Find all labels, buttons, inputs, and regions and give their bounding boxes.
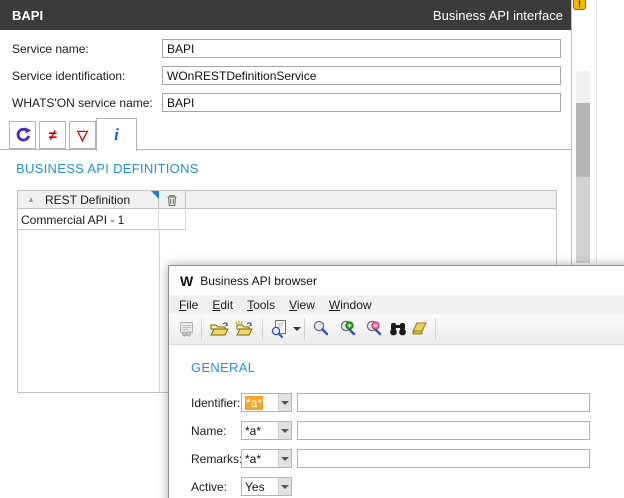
zoom-out-button[interactable]	[364, 319, 384, 339]
menubar: File Edit Tools View Window	[169, 295, 624, 314]
identifier-label: Identifier:	[191, 396, 240, 410]
form-search-button[interactable]	[269, 319, 289, 339]
menu-file[interactable]: File	[173, 297, 204, 313]
open-new-button[interactable]	[234, 319, 254, 339]
toolbar-separator	[201, 318, 202, 340]
open-folder-new-icon	[234, 320, 254, 338]
zoom-out-icon	[364, 319, 384, 339]
eraser-icon	[411, 320, 431, 338]
tab-validation[interactable]: ▽	[69, 121, 96, 149]
dropdown-arrow-icon[interactable]	[278, 422, 291, 439]
browser-titlebar[interactable]: W Business API browser	[169, 266, 624, 295]
whatson-service-name-input[interactable]	[162, 93, 561, 112]
grid-column-delete[interactable]	[159, 191, 186, 209]
refresh-icon	[14, 126, 32, 144]
whatson-service-name-label: WHATS'ON service name:	[12, 96, 153, 110]
sort-ascending-icon: ▲	[27, 195, 35, 204]
report-disabled-button[interactable]	[177, 319, 197, 339]
grid-header-row: ▲ REST Definition	[18, 191, 556, 209]
triangle-down-icon: ▽	[77, 127, 88, 144]
business-api-definitions-heading: BUSINESS API DEFINITIONS	[16, 161, 199, 176]
background-scrollbar-thumb[interactable]	[576, 103, 590, 177]
trash-icon	[166, 194, 178, 207]
active-combo[interactable]: Yes	[241, 477, 292, 496]
identifier-input[interactable]	[297, 393, 590, 412]
tab-refresh[interactable]	[9, 121, 36, 149]
binoculars-icon	[388, 320, 408, 338]
dropdown-arrow-icon[interactable]	[278, 450, 291, 467]
identifier-filter-value[interactable]: *a*	[242, 394, 278, 411]
background-scrollbar-lower[interactable]	[576, 177, 590, 263]
menu-view[interactable]: View	[283, 297, 321, 313]
business-api-browser-window: W Business API browser File Edit Tools V…	[168, 265, 624, 498]
whatson-logo-icon: W	[180, 273, 192, 289]
toolbar-separator	[304, 318, 305, 340]
dropdown-arrow-icon[interactable]	[278, 478, 291, 495]
filter-corner-icon	[151, 191, 159, 199]
menu-window[interactable]: Window	[323, 297, 378, 313]
remarks-label: Remarks:	[191, 452, 242, 466]
tab-not-equal[interactable]: ≠	[39, 121, 66, 149]
grid-column-separator	[159, 230, 160, 392]
name-filter-value[interactable]: *a*	[242, 422, 278, 439]
dropdown-arrow-icon[interactable]	[278, 394, 291, 411]
remarks-filter-value[interactable]: *a*	[242, 450, 278, 467]
info-icon: i	[114, 125, 119, 145]
bapi-titlebar[interactable]: BAPI Business API interface	[0, 0, 571, 30]
service-identification-input[interactable]	[162, 66, 561, 85]
tabstrip-divider	[0, 149, 572, 150]
name-filter-combo[interactable]: *a*	[241, 421, 292, 440]
not-equal-icon: ≠	[48, 127, 56, 144]
zoom-in-button[interactable]	[338, 319, 358, 339]
name-input[interactable]	[297, 421, 590, 440]
tab-info-selected[interactable]: i	[96, 118, 137, 151]
service-identification-label: Service identification:	[12, 69, 125, 83]
form-search-icon	[269, 319, 289, 339]
active-label: Active:	[191, 480, 227, 494]
zoom-icon	[311, 319, 331, 339]
find-button[interactable]	[388, 319, 408, 339]
background-window-edge	[596, 0, 597, 263]
grid-row[interactable]: Commercial API - 1	[18, 210, 186, 230]
service-name-label: Service name:	[12, 42, 89, 56]
window-subtitle: Business API interface	[433, 8, 563, 23]
toolbar	[169, 314, 624, 345]
window-title: BAPI	[12, 8, 433, 23]
browser-window-title: Business API browser	[200, 274, 317, 288]
screen: { "bapi_window": { "title": "BAPI", "sub…	[0, 0, 624, 498]
open-folder-icon	[210, 320, 230, 338]
grid-column-rest-definition[interactable]: ▲ REST Definition	[18, 191, 159, 209]
report-disabled-icon	[178, 320, 196, 338]
toolbar-separator	[262, 318, 263, 340]
grid-cell-delete[interactable]	[159, 210, 186, 230]
form-search-dropdown-icon[interactable]	[293, 327, 301, 331]
menu-edit[interactable]: Edit	[206, 297, 239, 313]
active-value[interactable]: Yes	[242, 478, 278, 495]
general-heading: GENERAL	[191, 360, 255, 375]
menu-tools[interactable]: Tools	[241, 297, 281, 313]
name-label: Name:	[191, 424, 226, 438]
grid-cell-rest-definition[interactable]: Commercial API - 1	[18, 210, 159, 230]
toolbar-separator	[435, 318, 436, 340]
open-button[interactable]	[210, 319, 230, 339]
warning-icon: !	[573, 0, 586, 10]
service-name-input[interactable]	[162, 39, 561, 58]
identifier-filter-combo[interactable]: *a*	[241, 393, 292, 412]
grid-column-label: REST Definition	[45, 193, 130, 207]
remarks-filter-combo[interactable]: *a*	[241, 449, 292, 468]
zoom-in-icon	[338, 319, 358, 339]
zoom-button[interactable]	[311, 319, 331, 339]
remarks-input[interactable]	[297, 449, 590, 468]
eraser-button[interactable]	[411, 319, 431, 339]
